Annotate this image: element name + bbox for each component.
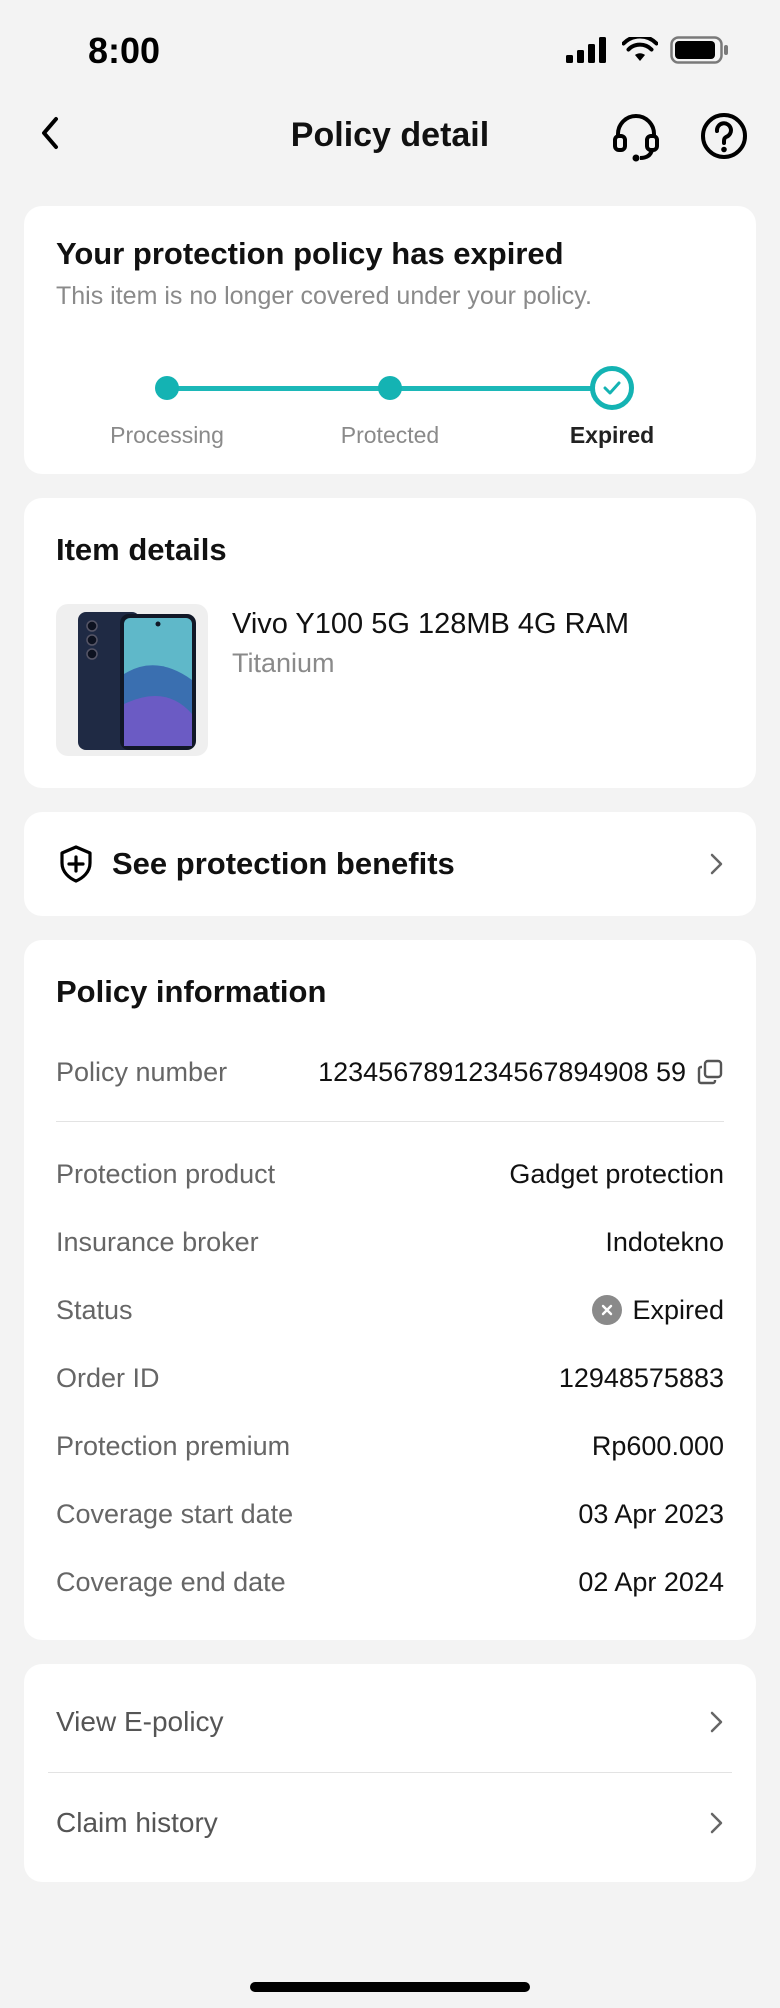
status-label: Status [56,1294,133,1325]
order-id-row: Order ID 12948575883 [56,1358,724,1398]
product-image [56,604,208,756]
view-e-policy-row[interactable]: View E-policy [24,1664,756,1764]
coverage-end-value: 02 Apr 2024 [578,1566,724,1597]
protection-product-value: Gadget protection [509,1158,724,1189]
page-title: Policy detail [290,116,490,154]
item-details-card: Item details Vivo Y100 5G 128MB 4G RAM T… [24,498,756,788]
coverage-start-value: 03 Apr 2023 [578,1498,724,1529]
shield-plus-icon [60,845,92,883]
policy-information-heading: Policy information [56,974,327,1009]
item-variant: Titanium [232,648,335,678]
insurance-broker-value: Indotekno [605,1226,724,1257]
policy-progress-stepper: Processing Protected Expired [24,356,756,456]
protection-product-label: Protection product [56,1158,276,1189]
signal-icon [566,37,606,63]
chevron-right-icon [710,1812,723,1834]
insurance-broker-label: Insurance broker [56,1226,259,1257]
home-indicator[interactable] [250,1982,530,1992]
claim-history-label: Claim history [56,1807,218,1838]
item-name: Vivo Y100 5G 128MB 4G RAM [232,608,630,640]
status-value: Expired [632,1294,724,1325]
protection-premium-row: Protection premium Rp600.000 [56,1426,724,1466]
x-mark [602,1304,613,1316]
close-circle-icon [592,1295,623,1325]
coverage-start-label: Coverage start date [56,1498,294,1529]
chevron-right-icon [710,1711,723,1733]
policy-number-value: 1234567891234567894908 59 [318,1056,686,1087]
wifi-icon [622,37,658,61]
policy-number-label: Policy number [56,1056,228,1087]
status-title: Your protection policy has expired [56,236,564,271]
step-connector [391,386,613,391]
step-connector [167,386,389,391]
headset-icon [613,114,659,162]
policy-number-value-group: 1234567891234567894908 59 [318,1057,724,1088]
step-label-protected: Protected [340,422,440,448]
status-badge: Expired [592,1295,724,1326]
item-details-heading: Item details [56,532,227,567]
question-mark-icon [701,113,747,159]
coverage-end-label: Coverage end date [56,1566,286,1597]
protection-benefits-row[interactable]: See protection benefits [24,812,756,916]
protection-premium-label: Protection premium [56,1430,291,1461]
phone-image [78,612,196,750]
copy-icon[interactable] [696,1058,724,1086]
policy-information-card: Policy information Policy number 1234567… [24,940,756,1640]
view-e-policy-label: View E-policy [56,1706,224,1737]
chevron-right-icon [710,853,723,875]
protection-product-row: Protection product Gadget protection [56,1154,724,1194]
help-button[interactable] [698,110,750,162]
step-label-processing: Processing [110,422,224,448]
status-bar: 8:00 [0,0,780,100]
divider [56,1121,724,1122]
policy-links-card: View E-policy Claim history [24,1664,756,1882]
order-id-value: 12948575883 [558,1362,724,1393]
policy-status-card: Your protection policy has expired This … [24,206,756,474]
order-id-label: Order ID [56,1362,160,1393]
claim-history-row[interactable]: Claim history [24,1773,756,1873]
status-subtitle: This item is no longer covered under you… [56,282,592,310]
policy-number-row: Policy number 1234567891234567894908 59 [56,1052,724,1092]
nav-header: Policy detail [0,100,780,180]
step-dot-protected [378,376,402,400]
status-row: Status Expired [56,1290,724,1330]
battery-icon [670,36,728,64]
status-time: 8:00 [88,30,161,71]
insurance-broker-row: Insurance broker Indotekno [56,1222,724,1262]
step-dot-processing [155,376,179,400]
coverage-end-row: Coverage end date 02 Apr 2024 [56,1562,724,1602]
protection-premium-value: Rp600.000 [591,1430,724,1461]
step-label-expired: Expired [569,422,655,448]
coverage-start-row: Coverage start date 03 Apr 2023 [56,1494,724,1534]
status-icons [566,36,730,64]
customer-support-button[interactable] [610,110,662,162]
benefits-label: See protection benefits [112,846,455,881]
checkmark-icon [603,381,621,395]
step-dot-expired [590,366,634,410]
